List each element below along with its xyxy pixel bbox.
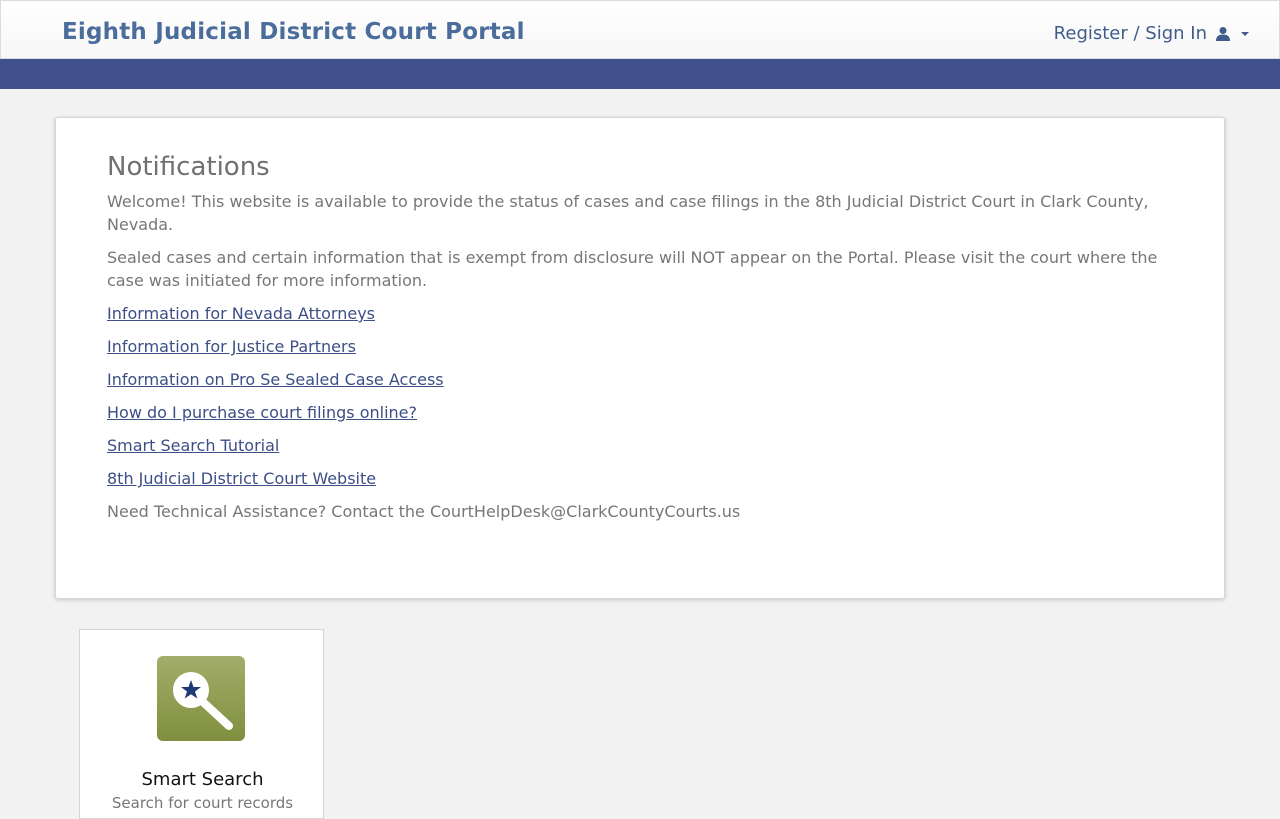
link-justice-partners[interactable]: Information for Justice Partners bbox=[107, 335, 356, 358]
register-sign-in-label: Register / Sign In bbox=[1053, 23, 1207, 44]
smart-search-tile[interactable]: Smart Search Search for court records bbox=[79, 629, 324, 819]
smart-search-subtitle: Search for court records bbox=[111, 794, 294, 812]
link-purchase-filings[interactable]: How do I purchase court filings online? bbox=[107, 401, 417, 424]
header: Eighth Judicial District Court Portal Re… bbox=[0, 0, 1280, 59]
register-sign-in-menu[interactable]: Register / Sign In bbox=[1054, 23, 1251, 44]
technical-assistance-text: Need Technical Assistance? Contact the C… bbox=[107, 502, 741, 521]
notifications-title: Notifications bbox=[107, 152, 270, 182]
sealed-cases-text: Sealed cases and certain information tha… bbox=[107, 248, 1158, 290]
smart-search-icon bbox=[157, 656, 245, 741]
user-icon bbox=[1216, 26, 1230, 41]
link-pro-se-sealed-case[interactable]: Information on Pro Se Sealed Case Access bbox=[107, 368, 444, 391]
caret-down-icon bbox=[1241, 31, 1249, 36]
welcome-text: Welcome! This website is available to pr… bbox=[107, 192, 1149, 234]
link-smart-search-tutorial[interactable]: Smart Search Tutorial bbox=[107, 434, 279, 457]
link-court-website[interactable]: 8th Judicial District Court Website bbox=[107, 467, 376, 490]
portal-title[interactable]: Eighth Judicial District Court Portal bbox=[62, 19, 525, 45]
navbar bbox=[0, 59, 1280, 89]
smart-search-title: Smart Search bbox=[141, 769, 264, 790]
notifications-card: Notifications Welcome! This website is a… bbox=[55, 117, 1225, 599]
link-nevada-attorneys[interactable]: Information for Nevada Attorneys bbox=[107, 302, 375, 325]
